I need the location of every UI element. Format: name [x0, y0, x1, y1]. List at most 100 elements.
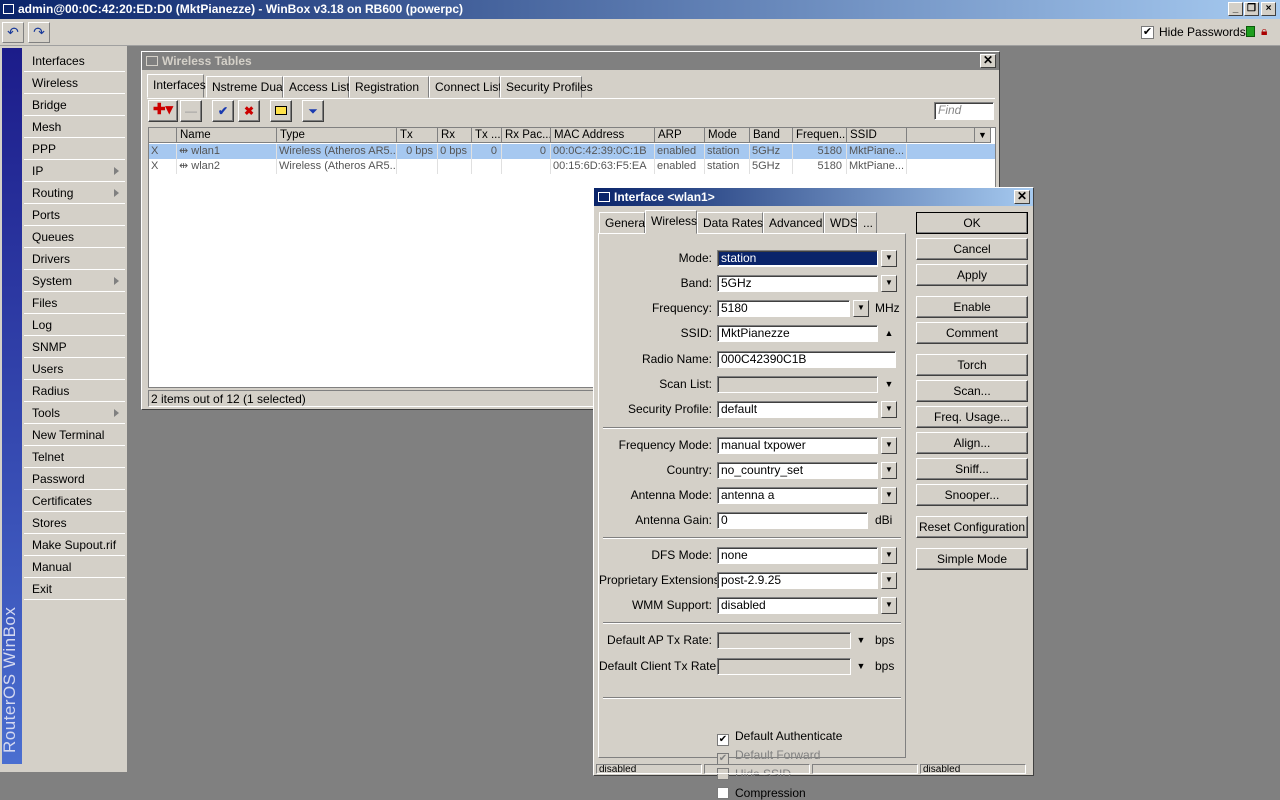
mode-field[interactable]: station [717, 250, 878, 267]
proprietary-extensions-dropdown-button[interactable]: ▼ [881, 572, 897, 589]
close-window-button[interactable]: × [1261, 2, 1276, 16]
simple-mode-button[interactable]: Simple Mode [916, 548, 1028, 570]
radio-name-field[interactable]: 000C42390C1B [717, 351, 896, 368]
tab-registration[interactable]: Registration [349, 76, 429, 98]
comment-button[interactable]: Comment [916, 322, 1028, 344]
dfs-mode-field[interactable]: none [717, 547, 878, 564]
security-profile-field[interactable]: default [717, 401, 878, 418]
sidebar-item-manual[interactable]: Manual [24, 556, 125, 578]
antenna-gain-field[interactable]: 0 [717, 512, 868, 529]
hide-passwords-checkbox[interactable]: ✔ [1141, 25, 1154, 40]
cancel-button[interactable]: Cancel [916, 238, 1028, 260]
checkbox-box[interactable] [717, 787, 729, 799]
column-header-name[interactable]: Name [177, 128, 277, 143]
default-ap-tx-rate-field[interactable] [717, 632, 851, 649]
sidebar-item-new-terminal[interactable]: New Terminal [24, 424, 125, 446]
column-header-type[interactable]: Type [277, 128, 397, 143]
antenna-mode-dropdown-button[interactable]: ▼ [881, 487, 897, 504]
sidebar-item-routing[interactable]: Routing [24, 182, 125, 204]
undo-button[interactable]: ↶ [2, 22, 24, 43]
band-field[interactable]: 5GHz [717, 275, 878, 292]
column-header-rx[interactable]: Rx [438, 128, 472, 143]
column-header-mac-address[interactable]: MAC Address [551, 128, 655, 143]
sidebar-item-ports[interactable]: Ports [24, 204, 125, 226]
default-client-tx-rate-field[interactable] [717, 658, 851, 675]
sidebar-item-mesh[interactable]: Mesh [24, 116, 125, 138]
column-header-arp[interactable]: ARP [655, 128, 705, 143]
tab-security-profiles[interactable]: Security Profiles [500, 76, 593, 98]
sidebar-item-drivers[interactable]: Drivers [24, 248, 125, 270]
column-chooser-button[interactable]: ▼ [975, 128, 991, 143]
antenna-mode-field[interactable]: antenna a [717, 487, 878, 504]
tab-data-rates[interactable]: Data Rates [697, 212, 763, 234]
sidebar-item-log[interactable]: Log [24, 314, 125, 336]
find-input[interactable]: Find [934, 102, 994, 120]
sidebar-item-system[interactable]: System [24, 270, 125, 292]
freq-usage-button[interactable]: Freq. Usage... [916, 406, 1028, 428]
wireless-tables-close-button[interactable]: ✕ [980, 54, 996, 68]
column-header-tx[interactable]: Tx [397, 128, 438, 143]
tab-wireless[interactable]: Wireless [645, 210, 697, 234]
sidebar-item-stores[interactable]: Stores [24, 512, 125, 534]
remove-button[interactable]: — [180, 100, 202, 122]
sidebar-item-wireless[interactable]: Wireless [24, 72, 125, 94]
sidebar-item-ip[interactable]: IP [24, 160, 125, 182]
checkbox-default-authenticate[interactable]: ✔ Default Authenticate [717, 729, 842, 746]
tab-interfaces[interactable]: Interfaces [147, 74, 206, 98]
enable-button[interactable]: ✔ [212, 100, 234, 122]
proprietary-extensions-field[interactable]: post-2.9.25 [717, 572, 878, 589]
tab-connect-list[interactable]: Connect List [429, 76, 502, 98]
add-button[interactable]: ✚▾ [148, 100, 178, 122]
security-profile-dropdown-button[interactable]: ▼ [881, 401, 897, 418]
column-header-frequen[interactable]: Frequen... [793, 128, 847, 143]
tab-more[interactable]: ... [857, 212, 877, 234]
tab-advanced[interactable]: Advanced [763, 212, 824, 234]
checkbox-box[interactable]: ✔ [717, 734, 729, 746]
table-row[interactable]: X ⇹ wlan1 Wireless (Atheros AR5... 0 bps 0 b… [149, 144, 995, 159]
sidebar-item-exit[interactable]: Exit [24, 578, 125, 600]
sidebar-item-users[interactable]: Users [24, 358, 125, 380]
sidebar-item-telnet[interactable]: Telnet [24, 446, 125, 468]
ssid-collapse-arrow-icon[interactable]: ▲ [881, 325, 897, 342]
band-dropdown-button[interactable]: ▼ [881, 275, 897, 292]
ok-button[interactable]: OK [916, 212, 1028, 234]
scan-button[interactable]: Scan... [916, 380, 1028, 402]
sidebar-item-files[interactable]: Files [24, 292, 125, 314]
column-header-ssid[interactable]: SSID [847, 128, 907, 143]
disable-button[interactable]: ✖ [238, 100, 260, 122]
snooper-button[interactable]: Snooper... [916, 484, 1028, 506]
column-header-band[interactable]: Band [750, 128, 793, 143]
ssid-field[interactable]: MktPianezze [717, 325, 878, 342]
tab-general[interactable]: General [599, 212, 648, 234]
tab-access-list[interactable]: Access List [283, 76, 350, 98]
country-field[interactable]: no_country_set [717, 462, 878, 479]
maximize-button[interactable]: ❐ [1244, 2, 1259, 16]
sidebar-item-interfaces[interactable]: Interfaces [24, 50, 125, 72]
wmm-support-dropdown-button[interactable]: ▼ [881, 597, 897, 614]
align-button[interactable]: Align... [916, 432, 1028, 454]
torch-button[interactable]: Torch [916, 354, 1028, 376]
sidebar-item-certificates[interactable]: Certificates [24, 490, 125, 512]
sidebar-item-password[interactable]: Password [24, 468, 125, 490]
country-dropdown-button[interactable]: ▼ [881, 462, 897, 479]
scan-list-dropdown-arrow-icon[interactable]: ▼ [881, 376, 897, 393]
column-header-tx[interactable]: Tx ... [472, 128, 502, 143]
sidebar-item-snmp[interactable]: SNMP [24, 336, 125, 358]
apply-button[interactable]: Apply [916, 264, 1028, 286]
tab-nstreme-dual[interactable]: Nstreme Dual [206, 76, 285, 98]
sniff-button[interactable]: Sniff... [916, 458, 1028, 480]
column-header-rx-pac[interactable]: Rx Pac... [502, 128, 551, 143]
sidebar-item-queues[interactable]: Queues [24, 226, 125, 248]
minimize-button[interactable]: _ [1228, 2, 1243, 16]
default-client-tx-rate-dropdown-arrow-icon[interactable]: ▼ [853, 658, 869, 675]
sidebar-item-radius[interactable]: Radius [24, 380, 125, 402]
interface-dialog-close-button[interactable]: ✕ [1014, 190, 1030, 204]
redo-button[interactable]: ↷ [28, 22, 50, 43]
checkbox-compression[interactable]: Compression [717, 786, 806, 800]
scan-list-field[interactable] [717, 376, 878, 393]
sidebar-item-tools[interactable]: Tools [24, 402, 125, 424]
dfs-mode-dropdown-button[interactable]: ▼ [881, 547, 897, 564]
default-ap-tx-rate-dropdown-arrow-icon[interactable]: ▼ [853, 632, 869, 649]
filter-button[interactable]: ⏷ [302, 100, 324, 122]
sidebar-item-make-supout-rif[interactable]: Make Supout.rif [24, 534, 125, 556]
